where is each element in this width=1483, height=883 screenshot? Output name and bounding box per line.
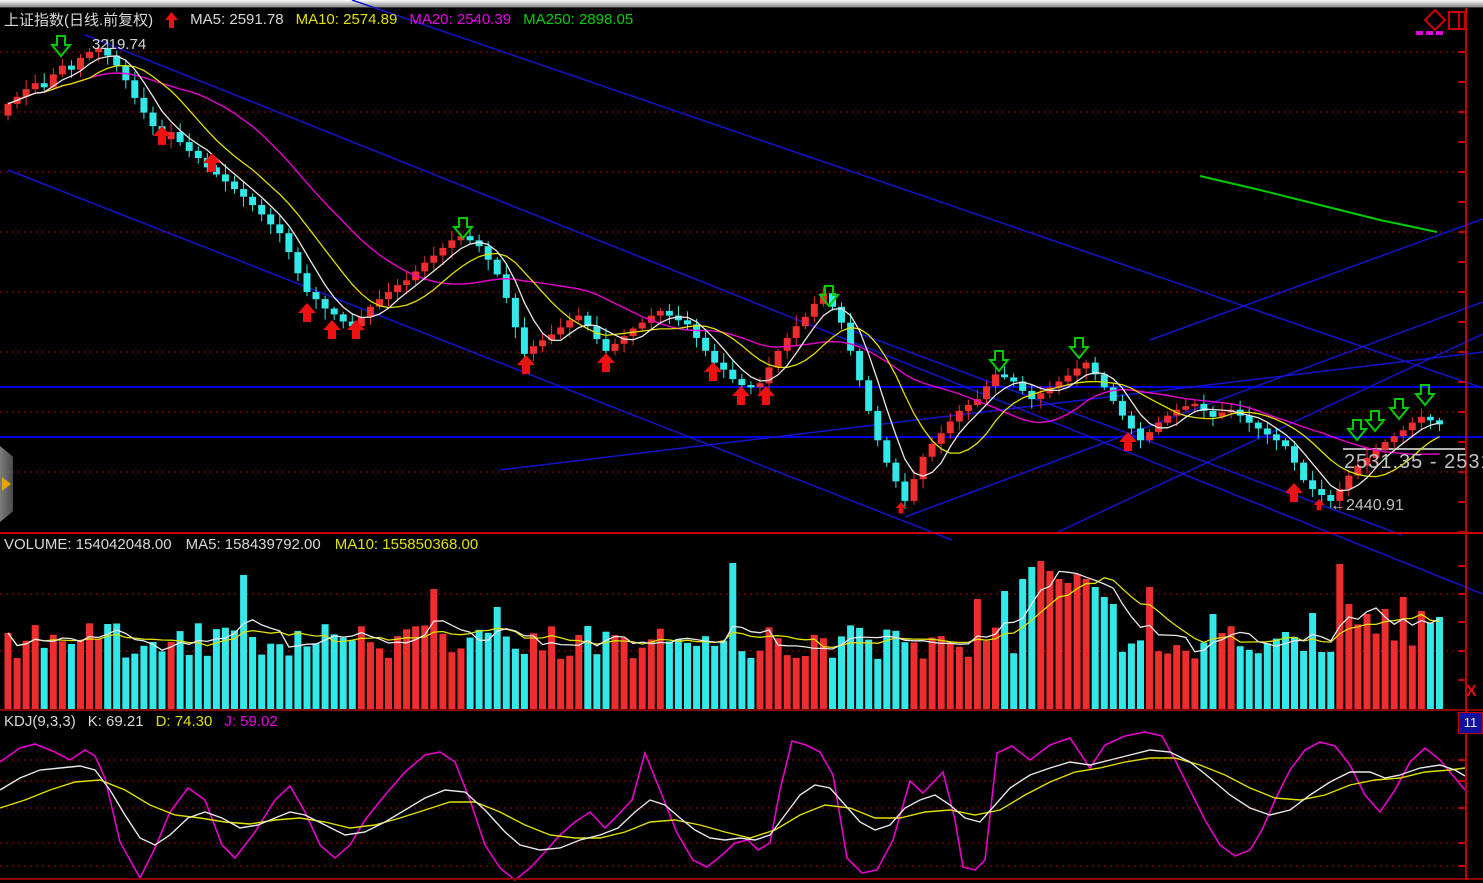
ma250-value: MA250: 2898.05	[523, 11, 633, 28]
ma250-line	[1200, 176, 1437, 232]
candles	[5, 39, 1444, 510]
right-axis	[1458, 8, 1466, 880]
symbol-title: 上证指数(日线.前复权)	[4, 9, 153, 30]
side-panel-handle[interactable]	[0, 446, 13, 522]
volume-ma5-value: MA5: 158439792.00	[186, 536, 321, 553]
volume-header: VOLUME: 154042048.00 MA5: 158439792.00 M…	[4, 536, 478, 553]
ma5-value: MA5: 2591.78	[190, 11, 283, 28]
peak-price-label: 3219.74	[92, 36, 146, 53]
price-ma-lines	[8, 56, 1440, 491]
expand-arrow-icon	[2, 477, 11, 491]
volume-ma10-value: MA10: 155850368.00	[335, 536, 478, 553]
kdj-d-value: D: 74.30	[156, 713, 213, 730]
main-header: 上证指数(日线.前复权) MA5: 2591.78 MA10: 2574.89 …	[4, 9, 633, 30]
kdj-name: KDJ(9,3,3)	[4, 713, 76, 730]
kdj-k-value: K: 69.21	[88, 713, 144, 730]
buy-signal-arrows	[153, 126, 1324, 513]
low-price-label: ←2440.91	[1330, 497, 1404, 515]
chart-canvas[interactable]	[0, 0, 1483, 883]
volume-bars	[5, 561, 1444, 709]
kdj-header: KDJ(9,3,3) K: 69.21 D: 74.30 J: 59.02	[4, 713, 278, 730]
ma10-value: MA10: 2574.89	[296, 11, 398, 28]
ma20-value: MA20: 2540.39	[409, 11, 511, 28]
kdj-lines	[0, 732, 1465, 880]
menu-dashes-icon[interactable]	[1416, 31, 1443, 35]
up-arrow-icon	[165, 12, 178, 28]
pane-close-indicator[interactable]: X	[1466, 683, 1477, 701]
blue-trendlines	[8, 0, 1483, 594]
current-price-label: 2531.35 - 2531	[1344, 451, 1483, 474]
volume-value: VOLUME: 154042048.00	[4, 536, 172, 553]
split-window-icon[interactable]	[1448, 11, 1466, 30]
page-indicator[interactable]: 11	[1458, 712, 1483, 734]
split-line	[1458, 13, 1460, 28]
kdj-j-value: J: 59.02	[224, 713, 277, 730]
chart-window: 上证指数(日线.前复权) MA5: 2591.78 MA10: 2574.89 …	[0, 0, 1483, 883]
